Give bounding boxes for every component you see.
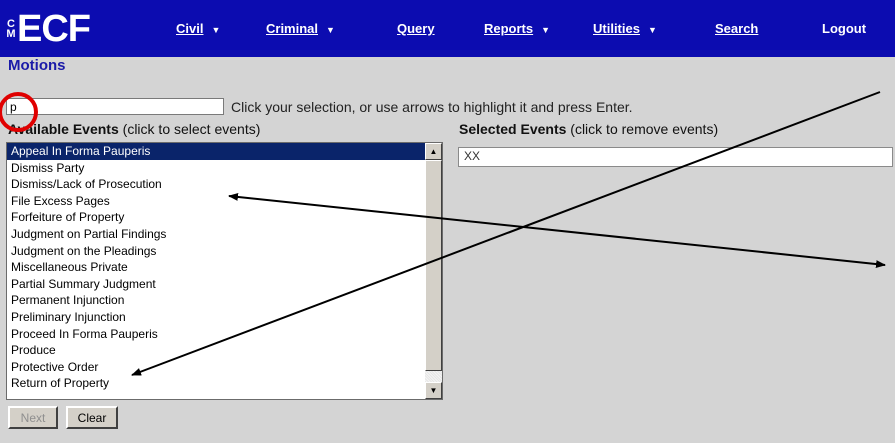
cmecf-logo: CM ECF: [6, 4, 91, 54]
menu-criminal-label: Criminal: [266, 21, 319, 36]
chevron-down-icon: ▼: [541, 25, 551, 35]
event-option[interactable]: Judgment on the Pleadings: [7, 243, 425, 260]
scroll-up-icon[interactable]: ▲: [425, 143, 442, 160]
event-option[interactable]: Permanent Injunction: [7, 292, 425, 309]
available-events-list[interactable]: Appeal In Forma Pauperis Dismiss Party Dis…: [6, 142, 443, 400]
menu-civil-label: Civil: [176, 21, 204, 36]
chevron-down-icon: ▼: [326, 25, 335, 35]
event-option[interactable]: Dismiss Party: [7, 160, 425, 177]
event-option[interactable]: Protective Order: [7, 359, 425, 376]
menu-criminal[interactable]: Criminal ▼: [266, 21, 335, 36]
filter-hint-text: Click your selection, or use arrows to h…: [231, 99, 633, 115]
event-option[interactable]: Produce: [7, 342, 425, 359]
event-option[interactable]: Preliminary Injunction: [7, 309, 425, 326]
menu-logout-label: Logout: [822, 21, 867, 36]
event-option[interactable]: Return of Property: [7, 375, 425, 392]
event-option[interactable]: Forfeiture of Property: [7, 209, 425, 226]
menu-search-label: Search: [715, 21, 759, 36]
menu-utilities-label: Utilities: [593, 21, 640, 36]
scroll-down-icon[interactable]: ▼: [425, 382, 442, 399]
list-scrollbar[interactable]: ▲ ▼: [425, 143, 442, 399]
selected-events-note: (click to remove events): [570, 121, 719, 137]
menu-query-label: Query: [397, 21, 435, 36]
available-events-title: Available Events: [8, 121, 119, 137]
chevron-down-icon: ▼: [647, 25, 657, 35]
next-button[interactable]: Next: [8, 406, 58, 429]
clear-button[interactable]: Clear: [66, 406, 118, 429]
selected-events-heading: Selected Events (click to remove events): [459, 121, 718, 137]
menu-reports[interactable]: Reports ▼: [484, 21, 550, 36]
logo-cm-text: CM: [6, 18, 16, 40]
selected-events-box[interactable]: XX: [458, 147, 893, 167]
event-option[interactable]: Miscellaneous Private: [7, 259, 425, 276]
selected-events-title: Selected Events: [459, 121, 567, 137]
event-option[interactable]: File Excess Pages: [7, 193, 425, 210]
menu-utilities[interactable]: Utilities ▼: [593, 21, 657, 36]
page-title: Motions: [8, 57, 66, 74]
available-events-heading: Available Events (click to select events…: [8, 121, 260, 137]
event-option[interactable]: Partial Summary Judgment: [7, 276, 425, 293]
scrollbar-thumb[interactable]: [425, 160, 442, 371]
available-events-note: (click to select events): [122, 121, 261, 137]
menu-reports-label: Reports: [484, 21, 534, 36]
event-option[interactable]: Proceed In Forma Pauperis: [7, 326, 425, 343]
menu-search[interactable]: Search: [715, 21, 758, 36]
chevron-down-icon: ▼: [211, 25, 221, 35]
event-filter-input[interactable]: [6, 98, 224, 115]
menu-query[interactable]: Query: [397, 21, 435, 36]
event-option[interactable]: Judgment on Partial Findings: [7, 226, 425, 243]
top-menu-bar: CM ECF Civil ▼ Criminal ▼ Query Reports ▼ U…: [0, 0, 895, 57]
event-option[interactable]: Dismiss/Lack of Prosecution: [7, 176, 425, 193]
menu-logout[interactable]: Logout: [822, 21, 866, 36]
event-options: Appeal In Forma Pauperis Dismiss Party Dis…: [7, 143, 425, 392]
menu-civil[interactable]: Civil ▼: [176, 21, 220, 36]
event-option[interactable]: Appeal In Forma Pauperis: [7, 143, 425, 160]
logo-ecf-text: ECF: [17, 8, 91, 50]
